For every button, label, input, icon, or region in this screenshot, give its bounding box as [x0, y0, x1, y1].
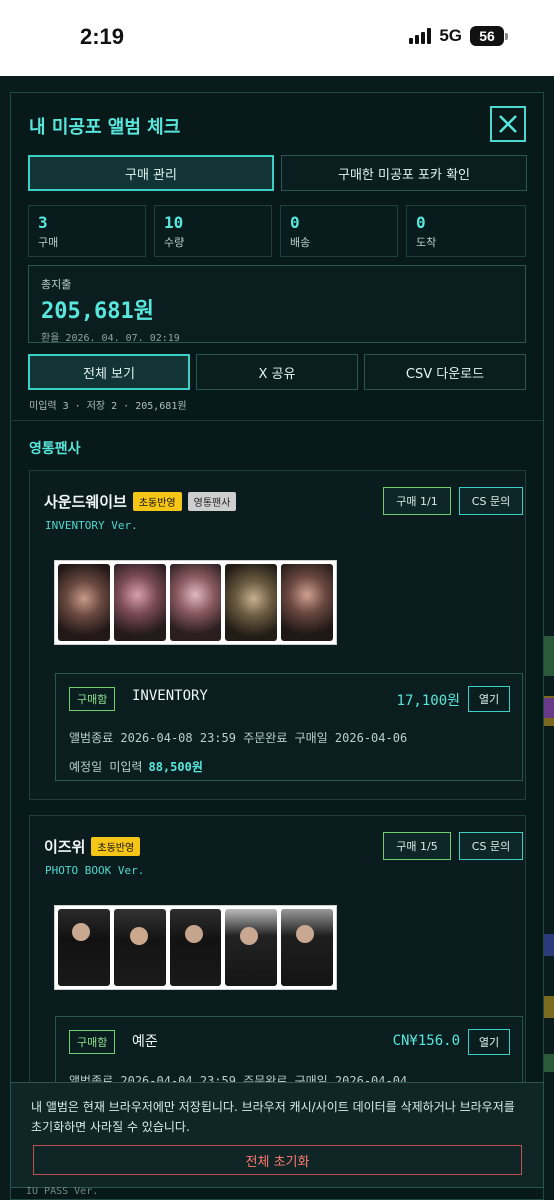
photocard-thumbnails — [54, 905, 337, 990]
modal-header: 내 미공포 앨범 체크 — [11, 93, 543, 153]
badge-first-week: 초동반영 — [132, 492, 182, 511]
photocard-image[interactable] — [58, 564, 110, 641]
network-type: 5G — [439, 26, 462, 45]
stat-value: 0 — [416, 213, 426, 232]
order-price: 17,100원 — [396, 693, 460, 709]
cs-inquiry-button[interactable]: CS 문의 — [459, 832, 523, 860]
stat-shipping: 0 배송 — [280, 205, 398, 257]
album-version: INVENTORY Ver. — [45, 519, 138, 532]
total-label: 총지출 — [41, 278, 72, 291]
order-entry: 구매함 INVENTORY 17,100원 열기 앨범종료 2026-04-08… — [55, 673, 523, 781]
badge-first-week: 초동반영 — [91, 837, 141, 856]
album-name-row: 사운드웨이브 초동반영 영통팬사 — [44, 491, 237, 512]
stat-value: 0 — [290, 213, 300, 232]
battery-icon: 56 — [470, 26, 508, 46]
photocard-image[interactable] — [225, 564, 278, 641]
modal-title: 내 미공포 앨범 체크 — [29, 117, 181, 138]
purchased-tag: 구매함 — [69, 687, 116, 711]
photocard-thumbnails — [54, 560, 337, 645]
order-title: 예준 — [132, 1034, 158, 1050]
tab-purchase-management[interactable]: 구매 관리 — [28, 155, 274, 191]
close-button[interactable] — [490, 106, 526, 142]
purchase-count-button[interactable]: 구매 1/5 — [383, 832, 451, 860]
photocard-image[interactable] — [113, 564, 166, 641]
album-card: 사운드웨이브 초동반영 영통팬사 INVENTORY Ver. 구매 1/1 C… — [29, 470, 526, 800]
notice-text: 내 앨범은 현재 브라우저에만 저장됩니다. 브라우저 캐시/사이트 데이터를 … — [31, 1100, 515, 1134]
due-amount: 88,500원 — [148, 760, 203, 774]
next-card-version-peek: IU PASS Ver. — [26, 1186, 99, 1197]
badge-video-fansign: 영통팬사 — [187, 492, 237, 511]
due-label: 예정일 미입력 — [69, 760, 143, 774]
photocard-image[interactable] — [225, 909, 278, 986]
stat-value: 10 — [164, 213, 184, 232]
view-all-button[interactable]: 전체 보기 — [28, 354, 190, 390]
photocard-image[interactable] — [169, 564, 222, 641]
photocard-image[interactable] — [58, 909, 110, 986]
stat-arrived: 0 도착 — [406, 205, 526, 257]
photocard-image[interactable] — [169, 909, 222, 986]
total-value: 205,681원 — [41, 299, 154, 324]
album-name: 이즈위 — [44, 838, 86, 856]
status-time: 2:19 — [80, 24, 125, 49]
cellular-signal-icon — [409, 28, 432, 44]
stat-label: 수량 — [164, 236, 185, 249]
stat-label: 도착 — [416, 236, 437, 249]
reset-all-button[interactable]: 전체 초기화 — [33, 1145, 522, 1175]
cs-inquiry-button[interactable]: CS 문의 — [459, 487, 523, 515]
total-spending-box: 총지출 205,681원 환율 2026. 04. 07. 02:19 — [28, 265, 526, 344]
album-name: 사운드웨이브 — [44, 493, 127, 511]
storage-notice: 내 앨범은 현재 브라우저에만 저장됩니다. 브라우저 캐시/사이트 데이터를 … — [10, 1082, 544, 1188]
stat-label: 구매 — [38, 236, 59, 249]
stat-purchases: 3 구매 — [28, 205, 146, 257]
photocard-image[interactable] — [281, 564, 333, 641]
photocard-image[interactable] — [113, 909, 166, 986]
close-icon — [499, 115, 517, 133]
status-bar: 2:19 5G 56 — [0, 0, 554, 76]
open-button[interactable]: 열기 — [468, 1029, 510, 1055]
summary-line: 미입력 3 · 저장 2 · 205,681원 — [29, 401, 187, 412]
stat-value: 3 — [38, 213, 48, 232]
status-icons: 5G 56 — [409, 26, 508, 46]
order-due: 예정일 미입력 88,500원 — [69, 758, 203, 775]
section-title: 영통팬사 — [29, 441, 81, 457]
stat-quantity: 10 수량 — [154, 205, 272, 257]
open-button[interactable]: 열기 — [468, 686, 510, 712]
share-x-button[interactable]: X 공유 — [196, 354, 358, 390]
album-card: 이즈위 초동반영 PHOTO BOOK Ver. 구매 1/5 CS 문의 구매… — [29, 815, 526, 1116]
album-version: PHOTO BOOK Ver. — [45, 864, 145, 877]
photocard-image[interactable] — [281, 909, 333, 986]
purchase-count-button[interactable]: 구매 1/1 — [383, 487, 451, 515]
stat-label: 배송 — [290, 236, 311, 249]
tab-purchased-photocards[interactable]: 구매한 미공포 포카 확인 — [281, 155, 527, 191]
order-title: INVENTORY — [132, 688, 208, 704]
album-check-modal: 내 미공포 앨범 체크 구매 관리 구매한 미공포 포카 확인 3 구매 10 … — [10, 92, 544, 1200]
album-name-row: 이즈위 초동반영 — [44, 836, 141, 857]
purchased-tag: 구매함 — [69, 1030, 116, 1054]
order-meta: 앨범종료 2026-04-08 23:59 주문완료 구매일 2026-04-0… — [69, 731, 408, 745]
order-price: CN¥156.0 — [392, 1033, 460, 1049]
exchange-rate-timestamp: 환율 2026. 04. 07. 02:19 — [41, 333, 180, 344]
battery-level: 56 — [470, 26, 504, 46]
divider — [11, 420, 543, 421]
csv-download-button[interactable]: CSV 다운로드 — [364, 354, 526, 390]
